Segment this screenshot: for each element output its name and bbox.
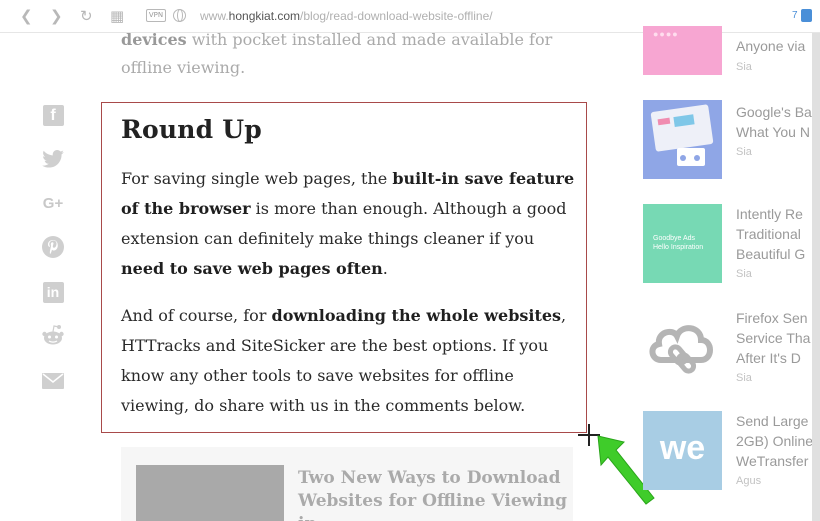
forward-icon[interactable]: ❯	[50, 8, 63, 24]
sidebar-post-5[interactable]: we Send Large 2GB) Online WeTransfer Agus	[643, 411, 820, 491]
sidebar-post-title[interactable]: Google's Ba What You N	[736, 102, 820, 142]
google-plus-icon: G+	[42, 194, 64, 212]
twitter-share-button[interactable]	[40, 146, 66, 172]
wetransfer-logo-icon: we	[659, 429, 706, 467]
sidebar-post-title[interactable]: Intently Re Traditional Beautiful G	[736, 204, 820, 264]
sidebar-post-thumbnail[interactable]	[643, 308, 722, 387]
round-up-section: Round Up For saving single web pages, th…	[101, 102, 587, 433]
sidebar-post-title[interactable]: Firefox Sen Service Tha After It's D	[736, 308, 820, 368]
page-right-edge	[812, 33, 820, 521]
sidebar-post-1[interactable]: ●●●● Anyone via Sia	[643, 26, 820, 86]
paragraph-1: For saving single web pages, the built-i…	[121, 164, 576, 284]
related-post-title[interactable]: Two New Ways to Download Websites for Of…	[298, 467, 568, 521]
sidebar-post-author: Sia	[736, 146, 752, 158]
reload-icon[interactable]: ↻	[80, 8, 93, 24]
text-run: .	[382, 259, 388, 278]
address-bar[interactable]: www.hongkiat.com/blog/read-download-webs…	[200, 9, 493, 23]
sidebar-post-title[interactable]: Anyone via	[736, 36, 820, 56]
related-post-card[interactable]: Two New Ways to Download Websites for Of…	[121, 447, 573, 521]
reddit-share-button[interactable]	[40, 322, 66, 348]
globe-icon	[173, 9, 186, 22]
linkedin-share-button[interactable]: in	[40, 279, 66, 305]
paragraph-2: And of course, for downloading the whole…	[121, 301, 576, 421]
back-icon[interactable]: ❮	[20, 8, 33, 24]
facebook-icon: f	[42, 104, 64, 126]
cloud-link-icon	[649, 325, 713, 374]
sidebar-post-thumbnail[interactable]: ●●●●	[643, 26, 722, 75]
article-preceding-text: devices with pocket installed and made a…	[121, 30, 553, 77]
section-heading: Round Up	[121, 115, 262, 144]
text-run: And of course, for	[121, 306, 272, 325]
grid-icon[interactable]: ▦	[110, 8, 124, 24]
linkedin-icon: in	[42, 281, 64, 303]
facebook-share-button[interactable]: f	[40, 102, 66, 128]
google-plus-share-button[interactable]: G+	[40, 190, 66, 216]
related-post-thumbnail[interactable]	[136, 465, 284, 521]
mail-icon	[42, 373, 64, 389]
extension-badge: 7	[792, 10, 798, 21]
bold-text: need to save web pages often	[121, 259, 383, 278]
email-share-button[interactable]	[40, 368, 66, 394]
reddit-icon	[42, 325, 64, 345]
sidebar-post-author: Sia	[736, 372, 752, 384]
text-run: For saving single web pages, the	[121, 169, 393, 188]
sidebar-post-3[interactable]: Goodbye Ads Hello Inspiration Intently Re…	[643, 204, 820, 284]
sidebar-post-title[interactable]: Send Large 2GB) Online WeTransfer	[736, 411, 820, 471]
sidebar-post-author: Sia	[736, 268, 752, 280]
vpn-badge[interactable]: VPN	[146, 9, 166, 22]
sidebar-post-author: Sia	[736, 61, 752, 73]
browser-illustration-icon	[650, 104, 714, 166]
sidebar-post-thumbnail[interactable]	[643, 100, 722, 179]
pinterest-share-button[interactable]	[40, 234, 66, 260]
extension-icon[interactable]	[801, 9, 812, 22]
sidebar-post-author: Agus	[736, 475, 762, 487]
sidebar-post-2[interactable]: Google's Ba What You N Sia	[643, 100, 820, 180]
twitter-icon	[42, 150, 64, 168]
bold-text: downloading the whole websites	[271, 306, 562, 325]
sidebar-post-4[interactable]: Firefox Sen Service Tha After It's D Sia	[643, 308, 820, 388]
sidebar-post-thumbnail[interactable]: we	[643, 411, 722, 490]
pinterest-icon	[42, 236, 64, 258]
sidebar-post-thumbnail[interactable]: Goodbye Ads Hello Inspiration	[643, 204, 722, 283]
